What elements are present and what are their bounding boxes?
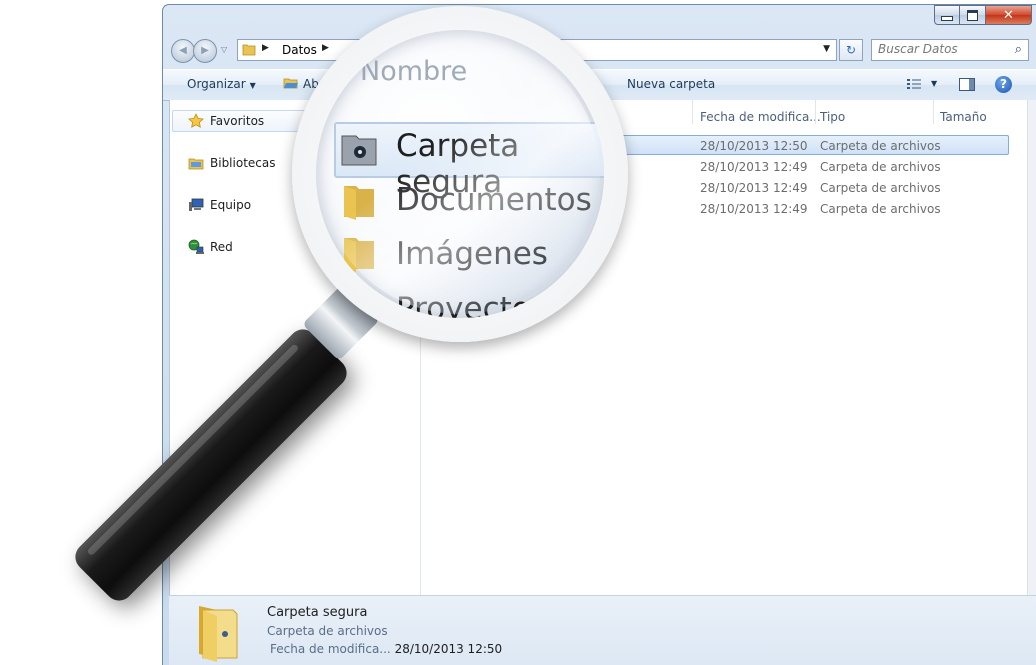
nav-item-network[interactable]: Red [188, 239, 233, 255]
zoomed-column-header-name: Nombre [360, 56, 468, 87]
breadcrumb-separator[interactable]: ▶ [322, 43, 329, 53]
breadcrumb-datos[interactable]: Datos [282, 43, 317, 57]
nav-item-favorites[interactable]: Favoritos [188, 113, 264, 129]
maximize-button[interactable] [960, 5, 986, 25]
file-row-type[interactable]: Carpeta de archivos [820, 202, 941, 216]
file-row-date[interactable]: 28/10/2013 12:49 [700, 181, 808, 195]
forward-button[interactable]: ▶ [193, 39, 217, 63]
folder-open-icon [283, 78, 298, 89]
column-separator[interactable] [815, 100, 816, 124]
favorites-label: Favoritos [210, 114, 265, 128]
details-name: Carpeta segura [267, 605, 368, 620]
search-box[interactable]: ⌕ [871, 39, 1029, 61]
column-header-date[interactable]: Fecha de modifica... [700, 110, 821, 124]
file-name[interactable]: Documentos [396, 182, 592, 218]
file-name[interactable]: Imágenes [396, 236, 548, 272]
address-dropdown-icon[interactable]: ▼ [823, 44, 830, 54]
help-icon[interactable]: ? [995, 76, 1012, 93]
preview-pane-icon[interactable] [959, 78, 975, 91]
column-separator[interactable] [692, 100, 693, 124]
file-row-date[interactable]: 28/10/2013 12:50 [700, 139, 808, 153]
minimize-button[interactable] [934, 5, 960, 25]
file-row-date[interactable]: 28/10/2013 12:49 [700, 160, 808, 174]
close-button[interactable]: ✕ [986, 5, 1032, 25]
folder-icon [242, 44, 256, 56]
back-icon: ◀ [179, 45, 187, 56]
library-icon [188, 155, 204, 171]
chevron-down-icon: ▼ [249, 81, 256, 90]
computer-icon [188, 197, 204, 213]
details-date-value: 28/10/2013 12:50 [394, 642, 503, 656]
view-dropdown-icon[interactable]: ▼ [931, 79, 937, 88]
details-pane: Carpeta segura Carpeta de archivos Fecha… [169, 595, 1036, 665]
minimize-icon [941, 15, 953, 21]
folder-icon [344, 186, 374, 220]
history-dropdown-icon[interactable]: ▽ [221, 45, 227, 54]
details-type: Carpeta de archivos [267, 624, 388, 638]
details-date: Fecha de modifica... 28/10/2013 12:50 [270, 642, 502, 656]
back-button[interactable]: ◀ [171, 39, 195, 63]
nav-item-libraries[interactable]: Bibliotecas [188, 155, 275, 171]
maximize-icon [967, 9, 978, 21]
folder-icon [344, 292, 374, 318]
organize-label: Organizar [187, 77, 246, 91]
file-row-date[interactable]: 28/10/2013 12:49 [700, 202, 808, 216]
magnifier-lens: Nombre Carpeta segura Documentos Imágene… [316, 30, 604, 318]
details-date-label: Fecha de modifica... [270, 642, 391, 656]
network-icon [188, 239, 204, 255]
refresh-button[interactable]: ↻ [839, 39, 863, 61]
nav-item-computer[interactable]: Equipo [188, 197, 251, 213]
organize-button[interactable]: Organizar ▼ [187, 77, 256, 91]
file-row-type[interactable]: Carpeta de archivos [820, 181, 941, 195]
search-input[interactable] [878, 42, 1004, 56]
caption-buttons: ✕ [934, 5, 1032, 25]
libraries-label: Bibliotecas [210, 156, 276, 170]
file-row-type[interactable]: Carpeta de archivos [820, 139, 941, 153]
column-separator[interactable] [933, 100, 934, 124]
folder-icon [344, 238, 374, 272]
breadcrumb-separator[interactable]: ▶ [262, 43, 269, 53]
new-folder-button[interactable]: Nueva carpeta [627, 77, 715, 91]
network-label: Red [210, 240, 233, 254]
file-name[interactable]: Proyectos [396, 291, 547, 318]
star-icon [188, 113, 204, 129]
file-row-type[interactable]: Carpeta de archivos [820, 160, 941, 174]
search-icon[interactable]: ⌕ [1015, 42, 1022, 57]
column-header-type[interactable]: Tipo [820, 110, 845, 124]
vertical-scrollbar[interactable] [1027, 100, 1036, 595]
folder-icon [199, 606, 238, 662]
secure-folder-icon [341, 135, 377, 166]
forward-icon: ▶ [201, 45, 209, 56]
computer-label: Equipo [210, 198, 252, 212]
column-header-size[interactable]: Tamaño [940, 110, 987, 124]
navigation-bar: ◀ ▶ ▽ ▶ Datos ▶ ▼ ↻ ⌕ [171, 39, 1036, 65]
view-icon[interactable] [907, 78, 921, 90]
refresh-icon: ↻ [845, 43, 857, 57]
close-icon: ✕ [1003, 7, 1014, 23]
